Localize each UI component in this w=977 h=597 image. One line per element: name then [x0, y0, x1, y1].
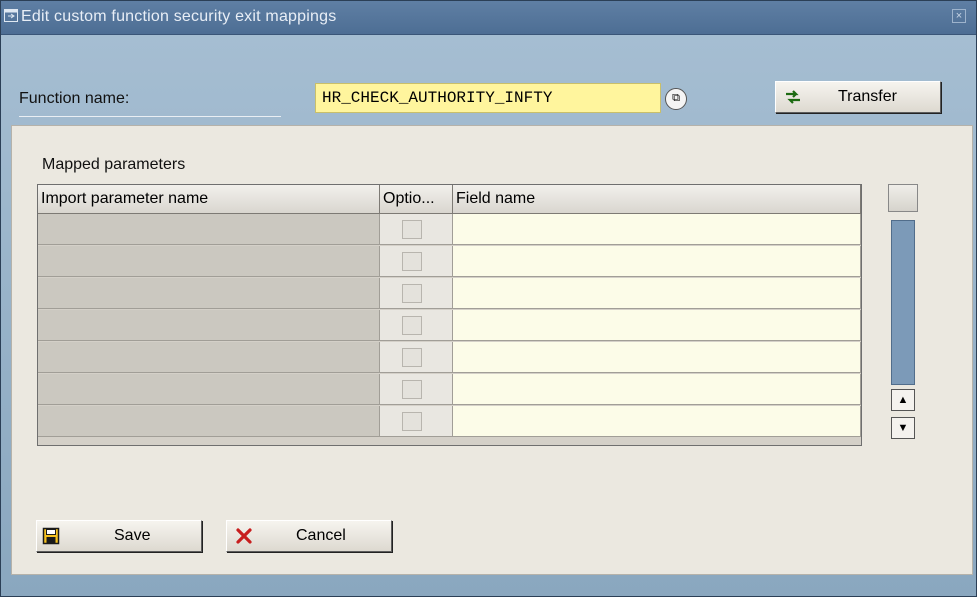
import-parameter-cell — [38, 406, 380, 437]
optional-cell — [380, 342, 453, 373]
import-parameter-cell — [38, 278, 380, 309]
scroll-down-icon[interactable]: ▼ — [891, 417, 915, 439]
cancel-button[interactable]: Cancel — [226, 520, 392, 552]
table-row — [38, 374, 861, 406]
import-parameter-cell — [38, 310, 380, 341]
import-parameter-cell — [38, 342, 380, 373]
value-help-icon[interactable]: ⧉ — [665, 88, 687, 110]
optional-cell — [380, 406, 453, 437]
window-title: Edit custom function security exit mappi… — [21, 8, 337, 25]
column-header-field-name[interactable]: Field name — [453, 185, 861, 214]
save-button[interactable]: Save — [36, 520, 202, 552]
optional-cell — [380, 374, 453, 405]
field-name-input[interactable] — [453, 406, 861, 437]
field-name-input[interactable] — [453, 374, 861, 405]
field-name-input[interactable] — [453, 214, 861, 245]
import-parameter-cell — [38, 374, 380, 405]
window-icon — [4, 9, 18, 22]
table-scrollbar[interactable]: ▲ ▼ — [888, 184, 918, 444]
optional-checkbox[interactable] — [402, 252, 422, 271]
optional-cell — [380, 278, 453, 309]
optional-cell — [380, 246, 453, 277]
save-button-label: Save — [114, 527, 151, 544]
field-name-input[interactable] — [453, 278, 861, 309]
cancel-button-label: Cancel — [296, 527, 346, 544]
column-config-button[interactable] — [888, 184, 918, 212]
dialog-window: Edit custom function security exit mappi… — [0, 0, 977, 597]
table-row — [38, 278, 861, 310]
table-row — [38, 214, 861, 246]
transfer-arrow-icon — [786, 90, 800, 104]
scroll-up-icon[interactable]: ▲ — [891, 389, 915, 411]
column-header-optional[interactable]: Optio... — [380, 185, 453, 214]
title-bar: Edit custom function security exit mappi… — [1, 1, 976, 35]
optional-checkbox[interactable] — [402, 316, 422, 335]
field-name-input[interactable] — [453, 310, 861, 341]
function-name-input[interactable]: HR_CHECK_AUTHORITY_INFTY — [315, 83, 661, 113]
transfer-button-label: Transfer — [838, 88, 897, 105]
table-row — [38, 406, 861, 438]
optional-checkbox[interactable] — [402, 348, 422, 367]
table-row — [38, 310, 861, 342]
scrollbar-track[interactable] — [891, 220, 915, 385]
column-header-import-parameter[interactable]: Import parameter name — [38, 185, 380, 214]
mapped-parameters-table: Import parameter name Optio... Field nam… — [37, 184, 862, 446]
function-name-label: Function name: — [19, 90, 281, 117]
optional-cell — [380, 310, 453, 341]
close-icon[interactable]: × — [952, 9, 966, 23]
optional-checkbox[interactable] — [402, 412, 422, 431]
cancel-x-icon — [236, 528, 252, 544]
transfer-button[interactable]: Transfer — [775, 81, 941, 113]
save-disk-icon — [42, 527, 60, 545]
optional-checkbox[interactable] — [402, 220, 422, 239]
mapped-parameters-label: Mapped parameters — [42, 156, 186, 173]
table-row — [38, 342, 861, 374]
field-name-input[interactable] — [453, 246, 861, 277]
import-parameter-cell — [38, 214, 380, 245]
optional-cell — [380, 214, 453, 245]
field-name-input[interactable] — [453, 342, 861, 373]
table-row — [38, 246, 861, 278]
optional-checkbox[interactable] — [402, 380, 422, 399]
optional-checkbox[interactable] — [402, 284, 422, 303]
import-parameter-cell — [38, 246, 380, 277]
mapping-panel: Mapped parameters Import parameter name … — [11, 125, 973, 575]
